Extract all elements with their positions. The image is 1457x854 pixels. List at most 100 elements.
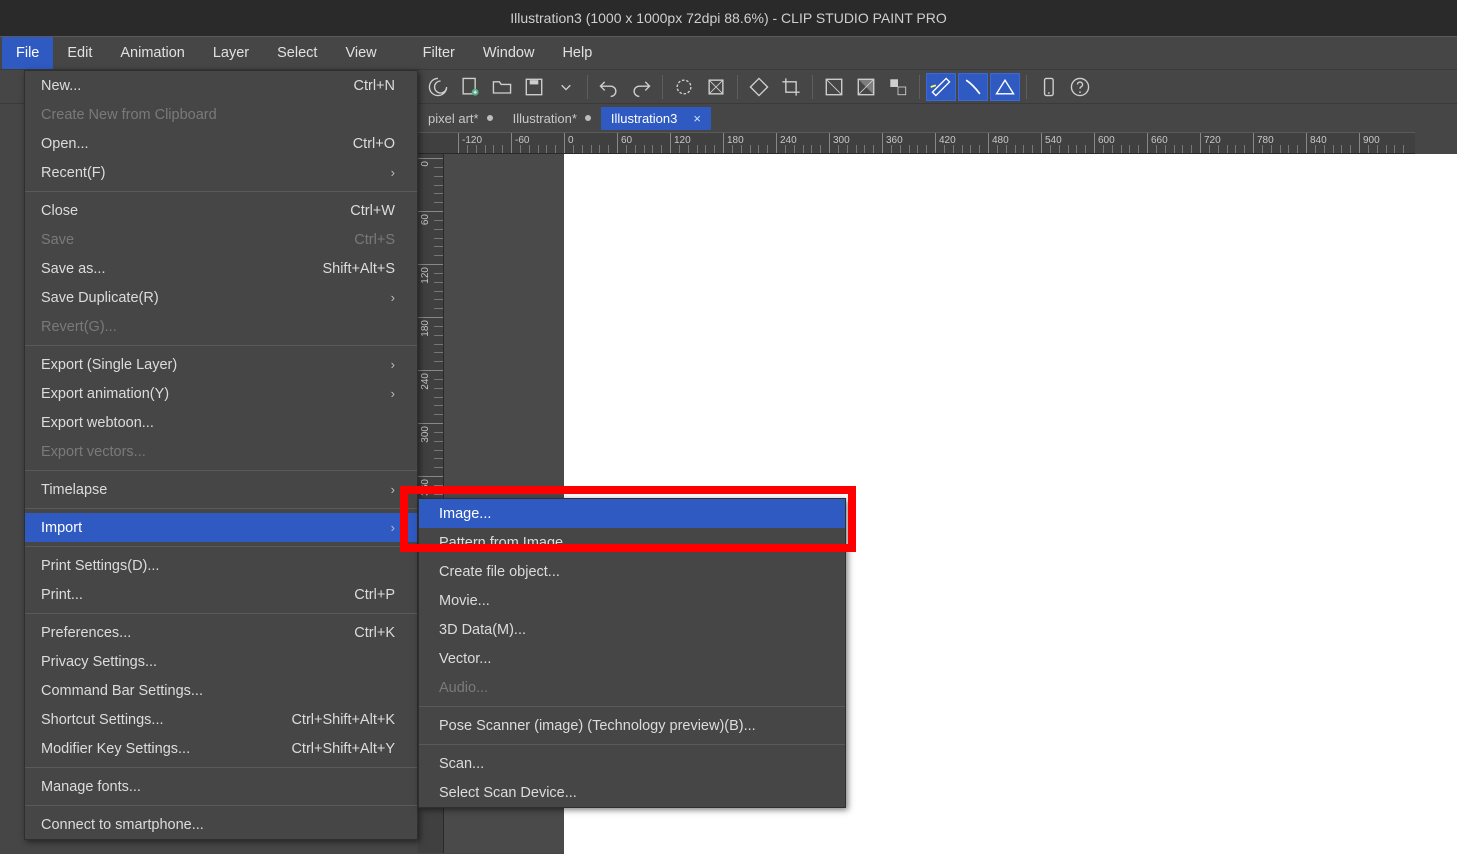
menu-item-label: Save Duplicate(R) (41, 290, 159, 306)
menu-item[interactable]: New...Ctrl+N (25, 71, 417, 100)
menu-item-label: Command Bar Settings... (41, 683, 203, 699)
snap-perspective-icon[interactable] (990, 73, 1020, 101)
submenu-item: Audio... (419, 673, 845, 702)
menu-item-label: Export vectors... (41, 444, 146, 460)
import-submenu: Image...Pattern from Image...Create file… (418, 498, 846, 808)
dropdown-icon[interactable] (551, 73, 581, 101)
menu-filter[interactable]: Filter (409, 37, 469, 69)
smartphone-icon[interactable] (1033, 73, 1063, 101)
menu-item[interactable]: Timelapse › (25, 475, 417, 504)
menu-separator (25, 191, 417, 192)
menu-item: SaveCtrl+S (25, 225, 417, 254)
submenu-arrow-icon: › (391, 290, 395, 305)
menu-item[interactable]: Command Bar Settings... (25, 676, 417, 705)
menu-item[interactable]: Connect to smartphone... (25, 810, 417, 839)
menu-edit[interactable]: Edit (53, 37, 106, 69)
redo-icon[interactable] (626, 73, 656, 101)
fill-icon[interactable] (744, 73, 774, 101)
document-tab[interactable]: Illustration3× (601, 107, 711, 130)
crop-icon[interactable] (776, 73, 806, 101)
menu-item[interactable]: Privacy Settings... (25, 647, 417, 676)
submenu-item[interactable]: Vector... (419, 644, 845, 673)
menu-item-label: Modifier Key Settings... (41, 741, 190, 757)
menu-item[interactable]: Save as... Shift+Alt+S (25, 254, 417, 283)
menu-item[interactable]: Save Duplicate(R) › (25, 283, 417, 312)
menu-item[interactable]: CloseCtrl+W (25, 196, 417, 225)
menu-item-label: Recent(F) (41, 165, 105, 181)
menu-item[interactable]: Preferences...Ctrl+K (25, 618, 417, 647)
file-menu-dropdown: New...Ctrl+NCreate New from ClipboardOpe… (24, 70, 418, 840)
submenu-item[interactable]: Select Scan Device... (419, 778, 845, 807)
unsaved-dot-icon (585, 115, 591, 121)
menu-separator (419, 706, 845, 707)
menu-item-label: Open... (41, 136, 89, 152)
menu-item-label: Print... (41, 587, 83, 603)
menu-item-label: Export webtoon... (41, 415, 154, 431)
menu-item-label: New... (41, 78, 81, 94)
clear-icon[interactable] (701, 73, 731, 101)
menu-animation[interactable]: Animation (106, 37, 198, 69)
submenu-item[interactable]: 3D Data(M)... (419, 615, 845, 644)
menu-help[interactable]: Help (548, 37, 606, 69)
menu-item[interactable]: Modifier Key Settings... Ctrl+Shift+Alt+Y (25, 734, 417, 763)
submenu-item[interactable]: Image... (419, 499, 845, 528)
menu-item[interactable]: Shortcut Settings...Ctrl+Shift+Alt+K (25, 705, 417, 734)
snap-ruler-icon[interactable] (926, 73, 956, 101)
menu-item[interactable]: Print... Ctrl+P (25, 580, 417, 609)
palette-icon[interactable] (883, 73, 913, 101)
menu-shortcut: Ctrl+Shift+Alt+Y (291, 741, 395, 757)
menu-item[interactable]: Open...Ctrl+O (25, 129, 417, 158)
menu-view[interactable]: View (331, 37, 390, 69)
menu-item-label: Import (41, 520, 82, 536)
document-tab[interactable]: Illustration* (503, 107, 601, 130)
menu-item-label: Print Settings(D)... (41, 558, 159, 574)
menu-layer[interactable]: Layer (199, 37, 263, 69)
tone-icon[interactable] (851, 73, 881, 101)
save-icon[interactable] (519, 73, 549, 101)
menu-select[interactable]: Select (263, 37, 331, 69)
menu-item: Create New from Clipboard (25, 100, 417, 129)
spiral-icon[interactable] (423, 73, 453, 101)
undo-icon[interactable] (594, 73, 624, 101)
open-folder-icon[interactable] (487, 73, 517, 101)
menu-separator (25, 345, 417, 346)
menu-item[interactable]: Export (Single Layer)› (25, 350, 417, 379)
menu-item[interactable]: Import› (25, 513, 417, 542)
snap-grid-icon[interactable] (958, 73, 988, 101)
menu-item-label: Timelapse (41, 482, 107, 498)
menu-shortcut: Ctrl+Shift+Alt+K (291, 712, 395, 728)
submenu-arrow-icon: › (391, 482, 395, 497)
menu-separator (25, 613, 417, 614)
submenu-item[interactable]: Create file object... (419, 557, 845, 586)
scale-icon[interactable] (819, 73, 849, 101)
submenu-item[interactable]: Pose Scanner (image) (Technology preview… (419, 711, 845, 740)
erase-icon[interactable] (669, 73, 699, 101)
close-tab-icon[interactable]: × (693, 111, 701, 126)
menu-item-label: Close (41, 203, 78, 219)
submenu-arrow-icon: › (391, 165, 395, 180)
submenu-item[interactable]: Scan... (419, 749, 845, 778)
menu-window[interactable]: Window (469, 37, 549, 69)
menu-item: Revert(G)... (25, 312, 417, 341)
menu-item-label: Manage fonts... (41, 779, 141, 795)
tab-label: pixel art* (428, 111, 479, 126)
menu-item[interactable]: Export webtoon... (25, 408, 417, 437)
menu-item-label: Preferences... (41, 625, 131, 641)
menu-file[interactable]: File (2, 37, 53, 69)
submenu-item[interactable]: Pattern from Image... (419, 528, 845, 557)
submenu-item[interactable]: Movie... (419, 586, 845, 615)
menu-item[interactable]: Export animation(Y)› (25, 379, 417, 408)
menu-item[interactable]: Manage fonts... (25, 772, 417, 801)
menu-item[interactable]: Recent(F) › (25, 158, 417, 187)
menu-separator (25, 470, 417, 471)
window-titlebar: Illustration3 (1000 x 1000px 72dpi 88.6%… (0, 0, 1457, 36)
menu-shortcut: Ctrl+P (354, 587, 395, 603)
help-icon[interactable] (1065, 73, 1095, 101)
menu-item[interactable]: Print Settings(D)... (25, 551, 417, 580)
document-tab[interactable]: pixel art* (418, 107, 503, 130)
menu-shortcut: Shift+Alt+S (322, 261, 395, 277)
menu-separator (25, 805, 417, 806)
new-page-icon[interactable] (455, 73, 485, 101)
unsaved-dot-icon (487, 115, 493, 121)
menu-item-label: Save as... (41, 261, 105, 277)
